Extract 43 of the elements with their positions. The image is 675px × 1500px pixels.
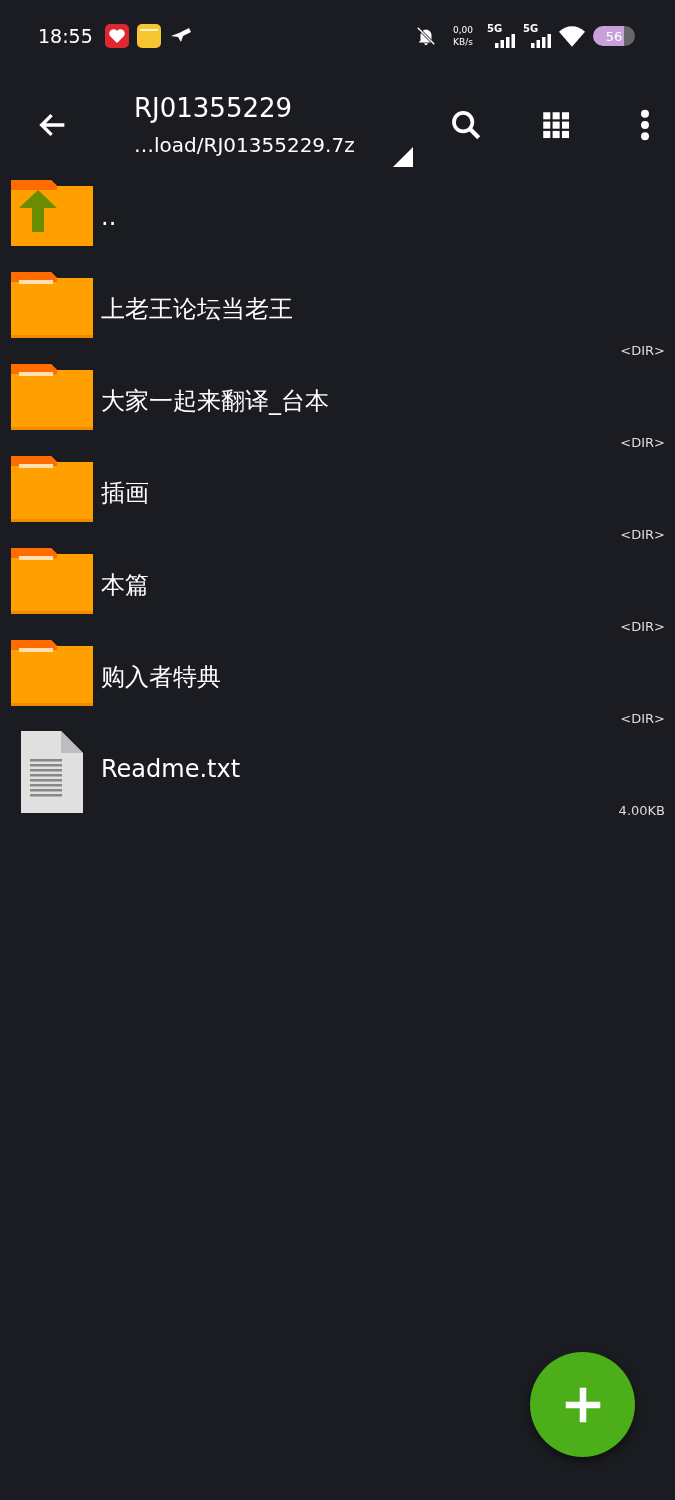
- file-name: 本篇: [101, 570, 149, 601]
- notes-app-icon: [136, 24, 161, 48]
- file-info: 4.00KB: [618, 803, 665, 818]
- file-info: <DIR>: [620, 527, 665, 542]
- dropdown-corner-icon[interactable]: [393, 147, 413, 167]
- battery-indicator: 56: [593, 26, 635, 46]
- signal-icon: [495, 34, 515, 48]
- file-list-item[interactable]: 购入者特典 <DIR>: [0, 638, 675, 730]
- wifi-icon: [559, 25, 585, 47]
- file-list-item[interactable]: 上老王论坛当老王 <DIR>: [0, 270, 675, 362]
- file-name: 插画: [101, 478, 149, 509]
- file-list-item[interactable]: Readme.txt 4.00KB: [0, 730, 675, 822]
- folder-icon: [11, 640, 93, 706]
- archive-title: RJ01355229: [134, 93, 294, 123]
- file-name: 购入者特典: [101, 662, 221, 693]
- file-info: <DIR>: [620, 435, 665, 450]
- archive-path[interactable]: …load/RJ01355229.7z: [134, 133, 393, 157]
- file-info: <DIR>: [620, 343, 665, 358]
- speed-unit: KB/s: [453, 36, 473, 48]
- file-list-item[interactable]: 大家一起来翻译_台本 <DIR>: [0, 362, 675, 454]
- search-icon[interactable]: [449, 108, 483, 142]
- signal-icon: [531, 34, 551, 48]
- network-type: 5G: [523, 24, 539, 34]
- file-list-item[interactable]: ..: [0, 178, 675, 270]
- bell-off-icon: [414, 25, 437, 47]
- file-info: <DIR>: [620, 711, 665, 726]
- file-name: 上老王论坛当老王: [101, 294, 293, 325]
- network-type: 5G: [487, 24, 503, 34]
- clock-time: 18:55: [38, 25, 93, 47]
- file-name: Readme.txt: [101, 755, 241, 783]
- folder-icon: [11, 272, 93, 338]
- folder-up-icon: [11, 180, 93, 246]
- file-name: ..: [101, 203, 117, 231]
- heart-app-icon: [104, 24, 129, 48]
- file-list-item[interactable]: 本篇 <DIR>: [0, 546, 675, 638]
- file-list-item[interactable]: 插画 <DIR>: [0, 454, 675, 546]
- more-menu-icon[interactable]: [639, 108, 651, 142]
- folder-icon: [11, 364, 93, 430]
- file-info: <DIR>: [620, 619, 665, 634]
- folder-icon: [11, 548, 93, 614]
- folder-icon: [11, 456, 93, 522]
- file-name: 大家一起来翻译_台本: [101, 386, 329, 417]
- network-speed: 0,00: [452, 24, 473, 36]
